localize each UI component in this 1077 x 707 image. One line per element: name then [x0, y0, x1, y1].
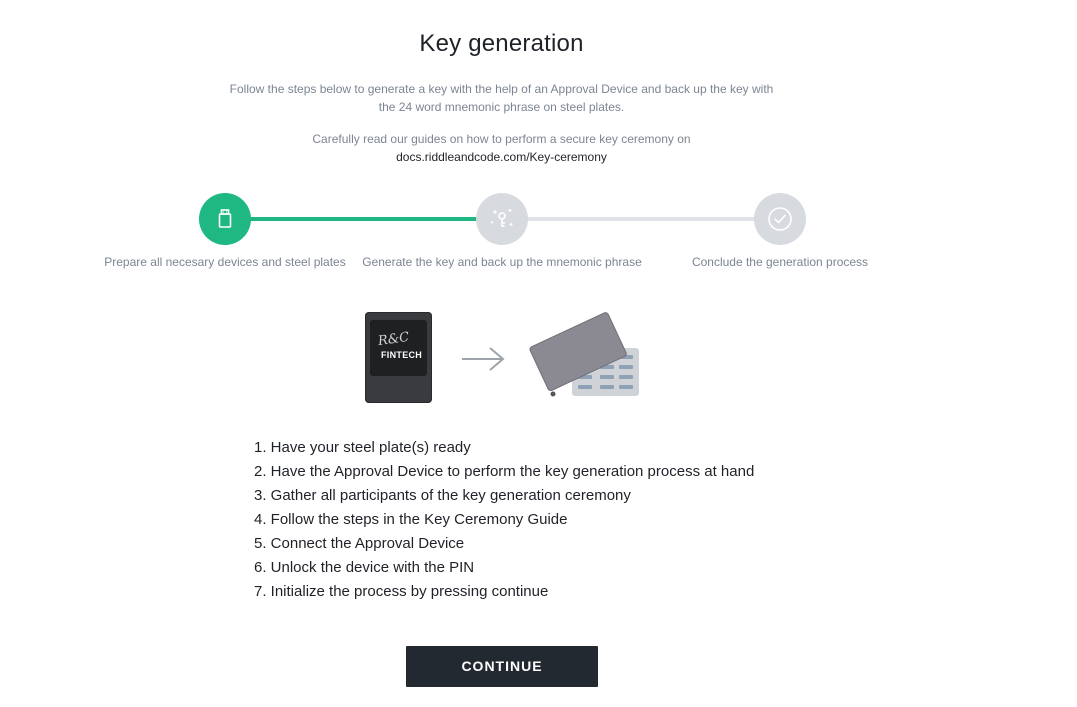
step-2-indicator: [476, 193, 528, 245]
page-title: Key generation: [419, 30, 584, 57]
stepper-progress-done: [250, 217, 478, 221]
device-screen: R&C FINTECH: [370, 320, 427, 376]
continue-button[interactable]: CONTINUE: [406, 646, 598, 687]
intro-line-1: Follow the steps below to generate a key…: [229, 82, 774, 96]
instructions-list: 1. Have your steel plate(s) ready 2. Hav…: [254, 436, 754, 604]
list-item: 3. Gather all participants of the key ge…: [254, 487, 631, 504]
step-3-label: Conclude the generation process: [691, 255, 869, 269]
device-logo-script: R&C: [377, 329, 411, 350]
list-item: 6. Unlock the device with the PIN: [254, 559, 475, 576]
step-1-indicator: [199, 193, 251, 245]
usb-icon: [218, 209, 232, 228]
stepper-progress-todo: [526, 217, 756, 221]
intro-text: Follow the steps below to generate a key…: [0, 80, 1003, 116]
arrow-right-icon: [462, 347, 505, 371]
check-circle-icon: [768, 207, 792, 231]
step-1-label: Prepare all necesary devices and steel p…: [104, 255, 346, 269]
intro-line-2: the 24 word mnemonic phrase on steel pla…: [378, 100, 625, 114]
guide-text-block: Carefully read our guides on how to perf…: [0, 130, 1003, 166]
step-2-label: Generate the key and back up the mnemoni…: [362, 255, 642, 269]
list-item: 5. Connect the Approval Device: [254, 535, 465, 552]
key-ceremony-guide-link[interactable]: docs.riddleandcode.com/Key-ceremony: [0, 148, 1003, 166]
list-item: 7. Initialize the process by pressing co…: [254, 583, 549, 600]
list-item: 1. Have your steel plate(s) ready: [254, 439, 471, 456]
approval-device-illustration: R&C FINTECH: [365, 312, 432, 403]
key-generation-page: Key generation Follow the steps below to…: [0, 0, 1077, 707]
list-item: 2. Have the Approval Device to perform t…: [254, 463, 755, 480]
key-sparkle-icon: [490, 209, 513, 227]
guide-text: Carefully read our guides on how to perf…: [312, 132, 691, 146]
list-item: 4. Follow the steps in the Key Ceremony …: [254, 511, 568, 528]
steel-plates-illustration: [529, 312, 639, 397]
step-3-indicator: [754, 193, 806, 245]
device-logo-text: FINTECH: [381, 350, 423, 360]
